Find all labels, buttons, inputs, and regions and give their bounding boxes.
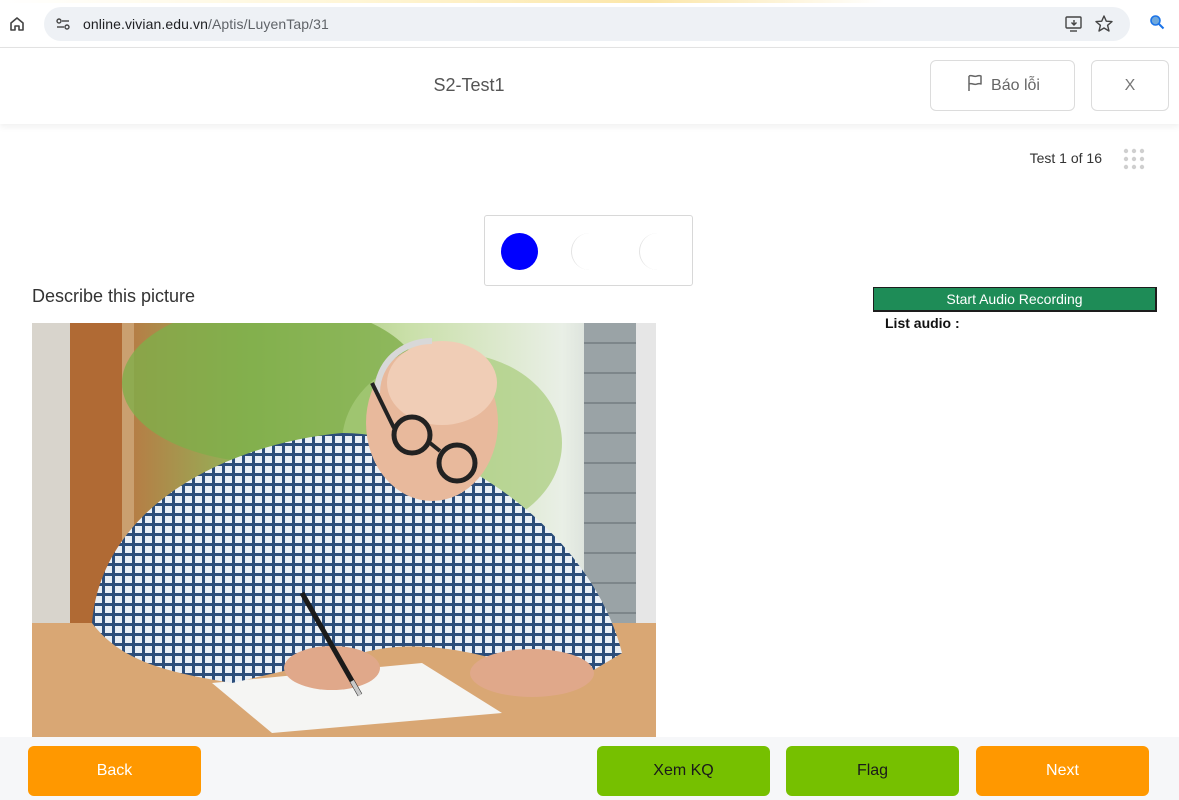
search-icon[interactable] (1149, 14, 1167, 32)
progress-dot (639, 233, 676, 270)
back-button[interactable]: Back (28, 746, 201, 796)
install-app-icon[interactable] (1064, 15, 1084, 33)
progress-dot (571, 233, 608, 270)
report-error-label: Báo lỗi (991, 76, 1040, 94)
browser-toolbar: online.vivian.edu.vn/Aptis/LuyenTap/31 (0, 0, 1179, 48)
url-path: /Aptis/LuyenTap/31 (207, 16, 329, 32)
next-button[interactable]: Next (976, 746, 1149, 796)
grid-menu-icon[interactable] (1122, 147, 1146, 171)
address-bar[interactable]: online.vivian.edu.vn/Aptis/LuyenTap/31 (44, 7, 1130, 41)
start-audio-recording-button[interactable]: Start Audio Recording (873, 287, 1157, 312)
progress-indicator (484, 215, 693, 286)
url-text: online.vivian.edu.vn/Aptis/LuyenTap/31 (83, 16, 329, 32)
report-error-button[interactable]: Báo lỗi (930, 60, 1075, 111)
progress-dot-active (501, 233, 538, 270)
app-header: S2-Test1 Báo lỗi X (0, 48, 1179, 124)
flag-icon (965, 73, 985, 98)
close-button[interactable]: X (1091, 60, 1169, 111)
view-result-button[interactable]: Xem KQ (597, 746, 770, 796)
test-counter: Test 1 of 16 (1029, 150, 1102, 166)
home-icon[interactable] (7, 14, 27, 34)
url-host: online.vivian.edu.vn (83, 16, 208, 32)
flag-button[interactable]: Flag (786, 746, 959, 796)
site-info-icon[interactable] (54, 15, 72, 33)
footer-bar: Back Xem KQ Flag Next (0, 737, 1179, 800)
list-audio-label: List audio : (885, 315, 960, 331)
bookmark-star-icon[interactable] (1094, 14, 1114, 34)
page-title: S2-Test1 (433, 75, 505, 95)
question-prompt: Describe this picture (32, 286, 196, 306)
question-picture (32, 323, 656, 737)
loading-bar (0, 0, 1179, 3)
